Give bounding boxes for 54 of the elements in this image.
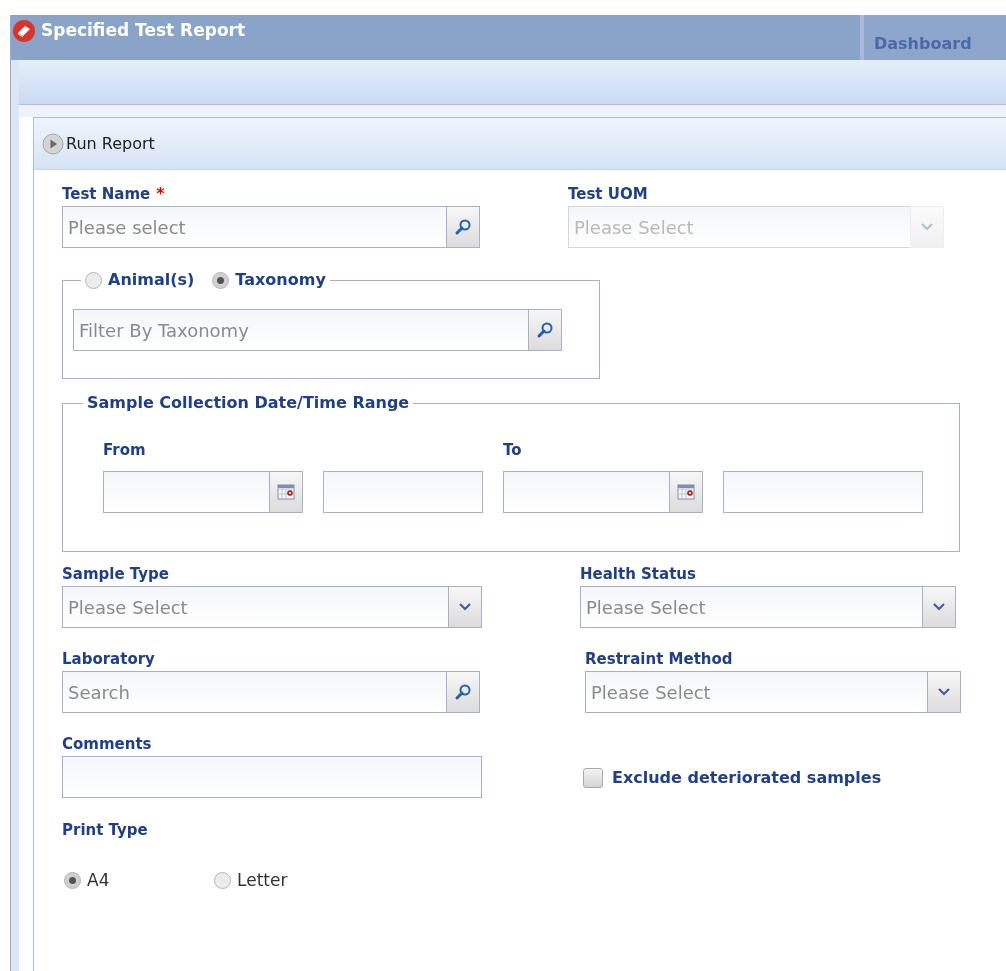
search-icon <box>454 218 472 236</box>
caret-icon <box>921 223 933 231</box>
search-icon <box>454 683 472 701</box>
radio-label: Animal(s) <box>108 269 195 291</box>
dropdown-button[interactable] <box>927 671 961 713</box>
radio-label: Letter <box>237 869 288 892</box>
dropdown-button[interactable] <box>448 586 482 628</box>
dropdown-field[interactable]: Please Select <box>585 671 927 713</box>
search-button[interactable] <box>446 671 480 713</box>
field-label: Comments <box>62 733 152 755</box>
calendar-button[interactable] <box>269 471 303 513</box>
field-label: Print Type <box>62 819 148 841</box>
date-field[interactable] <box>503 471 669 513</box>
field-label: Test UOM <box>568 183 648 205</box>
field-label: To <box>503 440 523 461</box>
date-field[interactable] <box>103 471 269 513</box>
radio-button[interactable] <box>214 872 231 890</box>
field-label: Test Name <box>62 183 151 205</box>
checkbox[interactable] <box>583 768 603 788</box>
radio-button[interactable] <box>64 872 81 890</box>
run-report-button[interactable]: Run Report <box>42 131 155 156</box>
play-icon <box>42 132 64 155</box>
caret-icon <box>933 603 945 611</box>
text-field[interactable] <box>723 471 923 513</box>
radio-label: Taxonomy <box>235 269 326 291</box>
search-field[interactable]: Filter By Taxonomy <box>73 309 528 351</box>
required-marker: * <box>156 183 165 205</box>
book-icon <box>13 19 35 42</box>
caret-icon <box>459 603 471 611</box>
field-label: Health Status <box>580 563 696 585</box>
group-title: Sample Collection Date/Time Range <box>87 392 410 414</box>
calendar-icon <box>277 484 295 500</box>
search-field[interactable]: Please select <box>62 206 446 248</box>
search-icon <box>536 321 554 339</box>
text-field[interactable] <box>62 756 482 798</box>
search-button[interactable] <box>528 309 562 351</box>
dropdown-field[interactable]: Please Select <box>62 586 448 628</box>
text-field[interactable] <box>323 471 483 513</box>
field-label: From <box>103 440 147 461</box>
radio-button[interactable] <box>212 271 230 289</box>
calendar-icon <box>677 484 695 500</box>
search-field[interactable]: Search <box>62 671 446 713</box>
dropdown-button[interactable] <box>922 586 956 628</box>
window-title: Specified Test Report <box>41 18 246 42</box>
radio-button[interactable] <box>85 271 102 289</box>
dropdown-field[interactable]: Please Select <box>580 586 922 628</box>
calendar-button[interactable] <box>669 471 703 513</box>
checkbox-label: Exclude deteriorated samples <box>612 767 882 789</box>
caret-icon <box>938 688 950 696</box>
radio-label: A4 <box>87 869 110 892</box>
field-label: Laboratory <box>62 648 155 670</box>
search-button[interactable] <box>446 206 480 248</box>
field-label: Restraint Method <box>585 648 733 670</box>
field-label: Sample Type <box>62 563 169 585</box>
